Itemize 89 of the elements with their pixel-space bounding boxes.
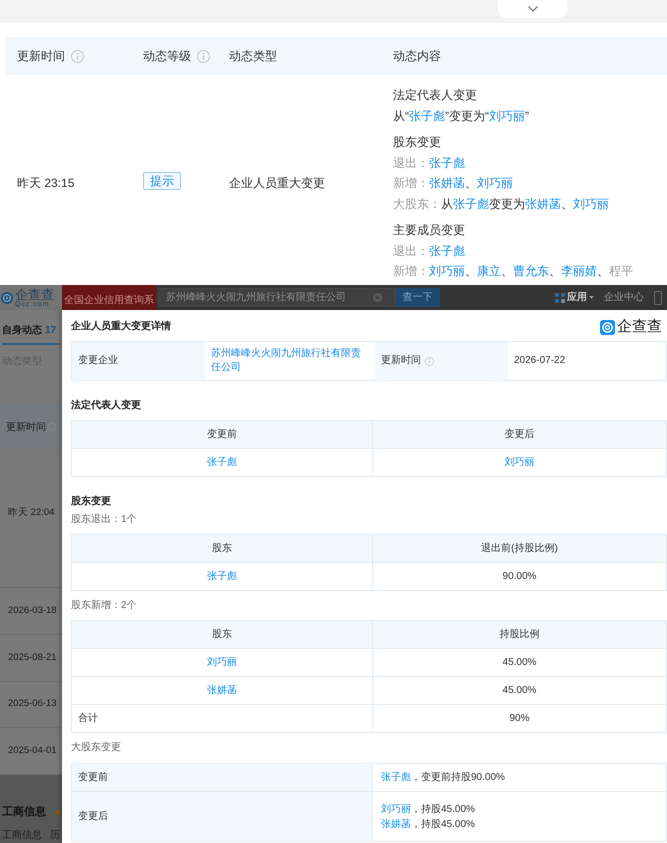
person-link[interactable]: 曹允东 xyxy=(513,264,549,278)
person-link[interactable]: 张子彪 xyxy=(409,108,445,122)
change-title: 股东变更 xyxy=(393,134,442,151)
time-text: 昨天 22:04 xyxy=(8,506,54,520)
tab-count: 17 xyxy=(45,324,56,338)
person-link[interactable]: 刘巧丽 xyxy=(381,804,411,814)
cell-text: 45.00% xyxy=(502,684,536,698)
column-header: 变更前 xyxy=(207,428,237,442)
tab[interactable]: 自身动态 17 xyxy=(2,318,60,345)
person-link[interactable]: 张妌菡 xyxy=(207,684,237,698)
column-header: 动态内容 xyxy=(393,48,441,65)
logo-icon xyxy=(1,292,13,304)
section-caption: 股东退出：1个 xyxy=(71,513,138,527)
person-link[interactable]: 刘巧丽 xyxy=(573,196,609,210)
change-line: 退出：张子彪 xyxy=(393,242,466,260)
column-header: 变更后 xyxy=(504,428,534,442)
company-link[interactable]: 苏州峰峰火火闹九州旅行社有限责任公司 xyxy=(211,347,369,375)
time-text: 2025-08-21 xyxy=(8,650,57,665)
column-header: 股东 xyxy=(212,628,232,642)
grid-icon xyxy=(555,292,565,302)
logo-text: 企查查 xyxy=(15,288,54,300)
section-caption: 股东新增：2个 xyxy=(71,599,138,613)
time-text: 昨天 23:15 xyxy=(17,175,74,192)
person-link[interactable]: 张妌菡 xyxy=(429,176,465,190)
level-badge: 提示 xyxy=(143,172,181,190)
person-link[interactable]: 刘巧丽 xyxy=(477,176,513,190)
person-link[interactable]: 张子彪 xyxy=(381,772,411,783)
cell-text: 90.00% xyxy=(502,570,536,584)
section-title: 股东变更 xyxy=(71,495,112,509)
column-header: 更新时间 xyxy=(17,48,65,65)
logo-icon xyxy=(600,320,615,334)
change-title: 主要成员变更 xyxy=(393,222,466,239)
column-header: 持股比例 xyxy=(500,628,540,642)
column-header: 股东 xyxy=(212,542,232,556)
cell-text: 2026-07-22 xyxy=(514,354,566,368)
person-link[interactable]: 刘巧丽 xyxy=(504,456,534,470)
cell-text: 45.00% xyxy=(502,656,536,670)
time-text: 2025-06-13 xyxy=(8,697,57,712)
holder-line: 张妌菡，持股45.00% xyxy=(381,818,476,832)
change-line: 新增：张妌菡、刘巧丽 xyxy=(393,175,514,192)
label-cell: 变更后 xyxy=(72,792,373,841)
caret-icon xyxy=(589,296,594,299)
apps-menu-button[interactable]: 应用 xyxy=(555,290,594,305)
person-link[interactable]: 张子彪 xyxy=(453,196,489,210)
person-link[interactable]: 张子彪 xyxy=(207,570,237,584)
total-label: 合计 xyxy=(78,712,98,726)
search-field[interactable]: 苏州峰峰火火闹九州旅行社有限责任公司 xyxy=(158,288,395,307)
change-line: 退出：张子彪 xyxy=(393,154,466,172)
person-link[interactable]: 张妌菡 xyxy=(381,818,411,830)
person-link[interactable]: 刘巧丽 xyxy=(489,108,525,122)
holder-line: 张子彪，变更前持股90.00% xyxy=(381,770,506,785)
label-cell: 变更前 xyxy=(72,764,373,791)
change-line: 大股东：从张子彪变更为张妌菡、刘巧丽 xyxy=(393,196,610,212)
person-link[interactable]: 张子彪 xyxy=(207,456,237,470)
column-header: 更新时间 xyxy=(6,420,46,435)
holder-line: 刘巧丽，持股45.00% xyxy=(381,802,476,816)
section-caption: 大股东变更 xyxy=(71,741,122,755)
cell-text: 90% xyxy=(509,712,530,726)
label-cell: 更新时间 xyxy=(375,342,508,380)
promo-banner: 全国企业信用查询系 xyxy=(62,285,156,310)
section-heading: 工商信息 xyxy=(2,805,46,820)
person-link[interactable]: 康立 xyxy=(477,264,501,278)
person-link[interactable]: 刘巧丽 xyxy=(207,656,237,670)
label-cell: 变更企业 xyxy=(72,342,205,380)
nav-link[interactable]: 企业中心 xyxy=(604,290,644,305)
change-title: 法定代表人变更 xyxy=(393,87,478,104)
search-button[interactable]: 查一下 xyxy=(395,288,440,307)
change-line: 从“张子彪”变更为“刘巧丽” xyxy=(393,108,530,124)
person-link[interactable]: 张妌菡 xyxy=(525,196,561,210)
change-line: 新增：刘巧丽、康立、曹允东、李丽婧、程平 xyxy=(393,263,634,280)
expand-button[interactable] xyxy=(498,0,567,18)
clear-icon[interactable] xyxy=(373,293,382,302)
brand-name: 企查查 xyxy=(617,319,662,335)
person-link[interactable]: 李丽婧 xyxy=(561,264,597,278)
person-link[interactable]: 张子彪 xyxy=(429,244,465,258)
type-text: 企业人员重大变更 xyxy=(229,175,325,192)
subtab[interactable]: 历 xyxy=(50,829,60,843)
column-header: 动态等级 xyxy=(143,48,191,65)
column-header: 退出前(持股比例) xyxy=(481,542,558,556)
time-text: 2026-03-18 xyxy=(8,604,57,618)
modal-title: 企业人员重大变更详情 xyxy=(71,320,171,334)
subtab[interactable]: 工商信息 xyxy=(2,829,42,843)
time-text: 2025-04-01 xyxy=(8,744,57,758)
column-header: 动态类型 xyxy=(229,48,277,65)
person-link[interactable]: 刘巧丽 xyxy=(429,264,465,278)
section-title: 法定代表人变更 xyxy=(71,399,142,413)
chevron-down-icon xyxy=(528,6,538,12)
phone-icon[interactable] xyxy=(654,290,662,304)
person-link[interactable]: 张子彪 xyxy=(429,156,465,170)
